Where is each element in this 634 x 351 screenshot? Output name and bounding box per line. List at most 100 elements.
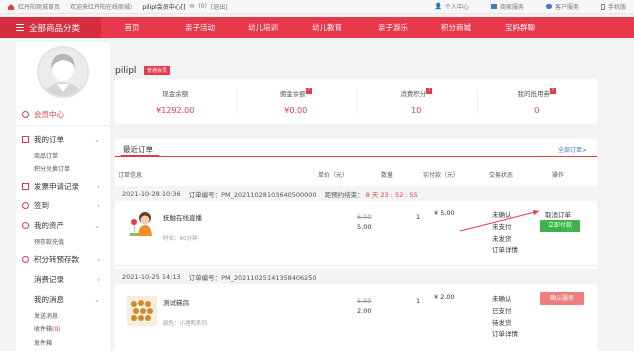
sidebar-item-consumption[interactable]: 消费记录 ›	[16, 274, 110, 285]
order-header: 2021-10-25 14:13 订单编号：PM_202110251413584…	[115, 269, 597, 284]
stat-consumption-points[interactable]: 消费积分? 10	[356, 79, 477, 124]
product-name[interactable]: 抚触在线直播	[163, 212, 202, 222]
assets-icon	[22, 222, 29, 229]
store-icon	[490, 4, 497, 9]
nav-parent-child-activity[interactable]: 亲子活动	[169, 22, 231, 33]
mail-icon[interactable]: ✉	[189, 3, 194, 10]
all-categories-button[interactable]: 全部商品分类	[0, 17, 101, 38]
status-paid: 已支付	[492, 307, 512, 315]
product-name[interactable]: 测试糕鸽	[163, 297, 189, 307]
sidebar-sub-outbox[interactable]: 发件箱	[34, 338, 52, 347]
logout-link[interactable]: [退出]	[211, 2, 228, 11]
stat-commission-balance[interactable]: 佣金余额? ¥0.00	[235, 79, 357, 124]
chevron-right-icon: ›	[97, 255, 100, 264]
product-spec: 时长：40分钟	[163, 236, 198, 242]
member-level-badge: 普通会员	[144, 66, 171, 75]
original-price: 5.00	[357, 297, 372, 305]
sidebar-sub-inbox[interactable]: 收件箱(0)	[34, 324, 61, 333]
product-spec: 颜色：小酒鸭系列	[163, 321, 208, 327]
help-icon[interactable]: ?	[426, 88, 433, 94]
sidebar-item-points-transfer[interactable]: 积分转预存款 ›	[16, 254, 110, 265]
phone-icon	[600, 3, 605, 10]
order-details-link[interactable]: 订单详情	[492, 328, 518, 338]
nav-kids-education[interactable]: 幼儿教育	[297, 22, 357, 33]
quantity: 1	[416, 213, 421, 221]
person-icon: 👤	[434, 3, 442, 10]
menu-icon	[16, 24, 24, 31]
nav-home[interactable]: 首页	[117, 22, 147, 33]
status-unconfirmed: 未确认	[492, 211, 512, 219]
col-header-unit-price: 单价（元）	[318, 172, 349, 179]
sidebar-sub-goods-orders[interactable]: 商品订单	[34, 151, 58, 160]
chevron-down-icon: ⌄	[94, 135, 100, 144]
member-icon	[22, 111, 29, 118]
pay-now-button[interactable]: 立即付款	[540, 220, 580, 232]
chevron-down-icon: ⌄	[94, 295, 100, 304]
stat-cash-balance[interactable]: 现金余额 ¥1292.00	[115, 79, 236, 124]
confirm-service-button[interactable]: 确认服务	[540, 292, 584, 305]
sidebar-sub-points-orders[interactable]: 积分兑换订单	[34, 164, 70, 173]
order-details-link[interactable]: 订单详情	[492, 244, 518, 254]
status-unconfirmed: 未确认	[492, 295, 512, 303]
site-home-link[interactable]: 红丹阳商城首页	[18, 2, 60, 11]
sidebar-member-center[interactable]: 会员中心	[16, 109, 110, 120]
chevron-right-icon: ›	[97, 201, 100, 210]
message-count[interactable]: (0)	[198, 3, 207, 10]
sidebar-item-my-orders[interactable]: 我的订单 ⌄	[16, 134, 110, 145]
product-thumbnail[interactable]	[127, 208, 157, 238]
sidebar: 会员中心 我的订单 ⌄ 商品订单 积分兑换订单 发票申请记录 › 签到 › 我的…	[16, 42, 110, 351]
merchant-service-link[interactable]: 商家服务	[490, 2, 524, 11]
home-icon	[8, 3, 14, 10]
mobile-link[interactable]: 手机版	[600, 2, 626, 11]
sidebar-item-assets[interactable]: 我的资产 ⌄	[16, 220, 110, 231]
nav-mom-group-chat[interactable]: 宝妈群聊	[490, 22, 550, 33]
cancel-order-button[interactable]: 取消订单	[545, 209, 571, 219]
col-header-paid: 实付款（元）	[423, 172, 460, 179]
countdown-label: 距预约结束：	[324, 190, 364, 199]
transfer-icon	[22, 256, 29, 263]
all-orders-link[interactable]: 全部订单>	[558, 145, 587, 154]
help-icon[interactable]: ?	[305, 88, 312, 94]
quantity: 1	[416, 297, 421, 305]
all-categories-label: 全部商品分类	[29, 23, 81, 34]
chevron-right-icon: ›	[97, 275, 100, 284]
paid-amount: ¥ 5.00	[434, 209, 455, 217]
inbox-count: (0)	[52, 326, 61, 333]
sidebar-item-checkin[interactable]: 签到 ›	[16, 200, 110, 211]
sidebar-item-invoice[interactable]: 发票申请记录 ›	[16, 181, 110, 192]
checkin-icon	[22, 202, 29, 209]
status-to-ship: 待发货	[492, 319, 512, 327]
sidebar-sub-recharge[interactable]: 预存款充值	[34, 237, 64, 246]
col-header-actions: 操作	[552, 172, 565, 179]
product-thumbnail[interactable]	[127, 296, 157, 326]
orders-icon	[22, 136, 29, 143]
customer-service-link[interactable]: 客户服务	[545, 2, 579, 11]
nav-family-fun[interactable]: 亲子游乐	[362, 22, 424, 33]
unit-price: 5.00	[357, 223, 372, 231]
member-center-label: 会员中心	[34, 110, 64, 119]
order-date: 2021-10-28 10:36	[122, 189, 181, 198]
nav-kids-training[interactable]: 幼儿培训	[233, 22, 293, 33]
welcome-text: 欢迎来红丹阳在线商城!	[70, 4, 133, 11]
account-stats: 现金余额 ¥1292.00 佣金余额? ¥0.00 消费积分? 10 我的抵用券…	[115, 79, 597, 124]
sidebar-item-messages[interactable]: 我的消息 ⌄	[16, 294, 110, 305]
paid-amount: ¥ 2.00	[434, 293, 455, 301]
order-number: 订单编号：PM_20211025141358406250	[188, 273, 317, 282]
sidebar-sub-send-message[interactable]: 发送消息	[34, 311, 58, 320]
avatar[interactable]	[37, 46, 89, 98]
service-icon	[545, 4, 552, 9]
order-number: 订单编号：PM_20211028103640500000	[188, 190, 317, 199]
user-name: pilipl	[115, 66, 137, 76]
top-utility-bar: 红丹阳商城首页 欢迎来红丹阳在线商城! pilipl会员中心[] ✉ (0) […	[0, 0, 634, 14]
stat-coupons[interactable]: 我的抵用券? 0	[476, 79, 598, 124]
col-header-status: 交易状态	[489, 172, 514, 179]
original-price: 6.00	[357, 213, 372, 221]
personal-center-link[interactable]: 👤 个人中心	[434, 2, 469, 11]
main-nav: 全部商品分类 首页 亲子活动 幼儿培训 幼儿教育 亲子游乐 积分商城 宝妈群聊	[0, 17, 634, 38]
help-icon[interactable]: ?	[550, 88, 556, 94]
recent-orders-title[interactable]: 最近订单	[123, 144, 153, 155]
user-center-link[interactable]: pilipl会员中心[]	[142, 2, 185, 11]
status-not-shipped: 未发货	[492, 235, 512, 243]
order-header: 2021-10-28 10:36 订单编号：PM_202110281036405…	[115, 186, 597, 201]
nav-points-mall[interactable]: 积分商城	[426, 22, 486, 33]
